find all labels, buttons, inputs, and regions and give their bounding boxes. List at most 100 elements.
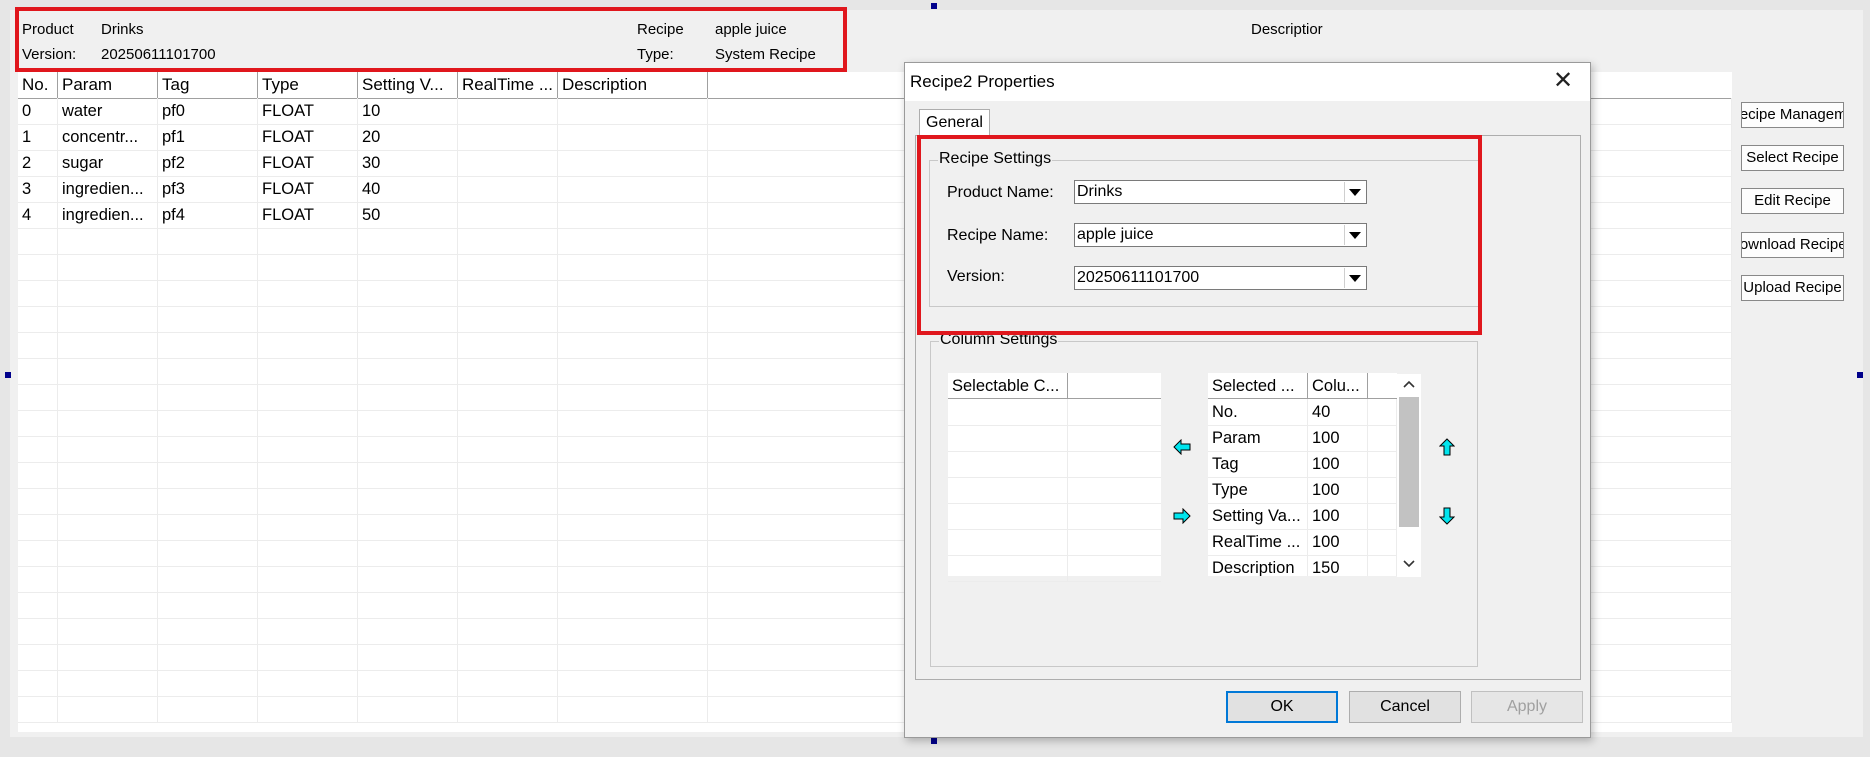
- list-item[interactable]: [948, 425, 1161, 452]
- table-cell: [158, 332, 258, 358]
- grid-header-cell[interactable]: RealTime ...: [458, 72, 558, 98]
- move-down-arrow-icon[interactable]: [1436, 505, 1458, 527]
- grid-header-cell[interactable]: Param: [58, 72, 158, 98]
- list-item[interactable]: [948, 529, 1161, 556]
- selected-list-scrollbar[interactable]: [1397, 374, 1421, 577]
- upload-recipe-button[interactable]: Upload Recipe: [1741, 275, 1844, 301]
- edit-recipe-button[interactable]: Edit Recipe: [1741, 188, 1844, 214]
- table-cell: [458, 280, 558, 306]
- table-cell: [558, 150, 708, 176]
- selection-handle[interactable]: [931, 3, 937, 9]
- table-cell: 1: [18, 124, 58, 150]
- list-cell: [1368, 399, 1397, 425]
- list-item[interactable]: Type 100: [1208, 477, 1397, 504]
- recipe-management-button[interactable]: Recipe Management: [1741, 102, 1844, 128]
- table-cell: [18, 306, 58, 332]
- dialog-title-bar[interactable]: Recipe2 Properties ✕: [905, 63, 1590, 101]
- table-cell: [458, 696, 558, 722]
- list-cell: 100: [1308, 503, 1368, 529]
- download-recipe-button[interactable]: Download Recipe: [1741, 232, 1844, 258]
- grid-header-cell[interactable]: Tag: [158, 72, 258, 98]
- select-recipe-button[interactable]: Select Recipe: [1741, 145, 1844, 171]
- combo-value: apple juice: [1077, 226, 1154, 243]
- apply-button[interactable]: Apply: [1471, 691, 1583, 723]
- table-cell: [58, 306, 158, 332]
- recipe-name-combo[interactable]: apple juice: [1074, 223, 1367, 247]
- table-cell: [458, 566, 558, 592]
- table-cell: [18, 462, 58, 488]
- table-cell: 4: [18, 202, 58, 228]
- table-cell: [258, 696, 358, 722]
- table-cell: [358, 358, 458, 384]
- table-cell: [258, 488, 358, 514]
- table-cell: [558, 202, 708, 228]
- move-right-arrow-icon[interactable]: [1171, 505, 1193, 527]
- table-cell: 2: [18, 150, 58, 176]
- table-cell: [558, 540, 708, 566]
- list-cell: [948, 555, 1068, 581]
- grid-header-cell[interactable]: Type: [258, 72, 358, 98]
- table-cell: [58, 410, 158, 436]
- selection-handle[interactable]: [931, 738, 937, 744]
- version-combo[interactable]: 20250611101700: [1074, 266, 1367, 290]
- chevron-down-icon[interactable]: [1344, 225, 1365, 245]
- table-cell: [158, 410, 258, 436]
- selected-columns-list[interactable]: Selected ... Colu... No. 40 Param 100 Tag 100…: [1208, 373, 1397, 576]
- list-item[interactable]: Description 150: [1208, 555, 1397, 576]
- selectable-columns-header-blank: [1068, 373, 1161, 399]
- table-cell: [358, 410, 458, 436]
- close-icon[interactable]: ✕: [1550, 69, 1576, 95]
- list-item[interactable]: Setting Va... 100: [1208, 503, 1397, 530]
- list-item[interactable]: No. 40: [1208, 399, 1397, 426]
- table-cell: [558, 176, 708, 202]
- scroll-thumb[interactable]: [1399, 397, 1419, 527]
- cancel-button[interactable]: Cancel: [1349, 691, 1461, 723]
- table-cell: [58, 618, 158, 644]
- selectable-columns-header[interactable]: Selectable C...: [948, 373, 1068, 399]
- table-cell: [258, 540, 358, 566]
- list-item[interactable]: RealTime ... 100: [1208, 529, 1397, 556]
- table-cell: [558, 124, 708, 150]
- list-item[interactable]: [948, 477, 1161, 504]
- table-cell: [358, 644, 458, 670]
- product-name-label: Product Name:: [947, 184, 1054, 201]
- selectable-columns-list[interactable]: Selectable C...: [948, 373, 1161, 582]
- table-cell: FLOAT: [258, 150, 358, 176]
- move-left-arrow-icon[interactable]: [1171, 436, 1193, 458]
- table-cell: 50: [358, 202, 458, 228]
- scroll-down-icon[interactable]: [1397, 554, 1421, 574]
- list-cell: RealTime ...: [1208, 529, 1308, 555]
- ok-button[interactable]: OK: [1226, 691, 1338, 723]
- list-item[interactable]: Tag 100: [1208, 451, 1397, 478]
- grid-header-cell[interactable]: No.: [18, 72, 58, 98]
- list-item[interactable]: [948, 399, 1161, 426]
- chevron-down-icon[interactable]: [1344, 268, 1365, 288]
- product-name-combo[interactable]: Drinks: [1074, 180, 1367, 204]
- table-cell: [18, 696, 58, 722]
- table-cell: [158, 540, 258, 566]
- chevron-down-icon[interactable]: [1344, 182, 1365, 202]
- list-item[interactable]: Param 100: [1208, 425, 1397, 452]
- list-cell: No.: [1208, 399, 1308, 425]
- version-label: Version:: [947, 268, 1005, 285]
- list-item[interactable]: [948, 555, 1161, 582]
- column-width-header[interactable]: Colu...: [1308, 373, 1368, 399]
- list-item[interactable]: [948, 503, 1161, 530]
- selection-handle[interactable]: [1857, 372, 1863, 378]
- list-cell: [948, 477, 1068, 503]
- table-cell: [358, 306, 458, 332]
- table-cell: [58, 254, 158, 280]
- selection-handle[interactable]: [5, 372, 11, 378]
- tab-general[interactable]: General: [919, 109, 990, 136]
- table-cell: [58, 670, 158, 696]
- list-item[interactable]: [948, 451, 1161, 478]
- table-cell: [58, 436, 158, 462]
- table-cell: [458, 358, 558, 384]
- scroll-up-icon[interactable]: [1397, 374, 1421, 394]
- grid-header-cell[interactable]: Setting V...: [358, 72, 458, 98]
- table-cell: [18, 410, 58, 436]
- table-cell: [358, 592, 458, 618]
- selected-columns-header[interactable]: Selected ...: [1208, 373, 1308, 399]
- grid-header-cell[interactable]: Description: [558, 72, 708, 98]
- move-up-arrow-icon[interactable]: [1436, 436, 1458, 458]
